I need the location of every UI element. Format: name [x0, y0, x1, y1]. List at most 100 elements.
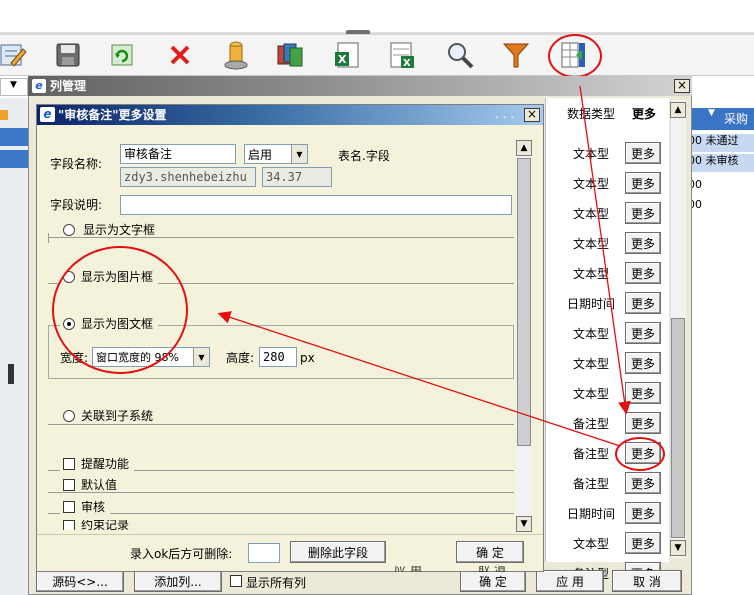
text-box-radio[interactable]: [63, 224, 75, 236]
background-marker: [0, 110, 8, 120]
status-select[interactable]: 启用 ▼: [244, 144, 308, 164]
refresh-icon[interactable]: [104, 38, 140, 72]
splitter-handle[interactable]: [8, 364, 14, 384]
svg-text:X: X: [338, 53, 347, 66]
more-button[interactable]: 更多: [625, 142, 661, 164]
header-more[interactable]: 更多: [624, 100, 664, 126]
data-type-cell: 备注型: [572, 446, 609, 461]
status-select-value: 启用: [248, 147, 273, 162]
sort-arrow-icon: ▼: [708, 108, 715, 118]
more-button[interactable]: 更多: [625, 382, 661, 404]
more-button[interactable]: 更多: [625, 232, 661, 254]
annotation-circle-more: [615, 437, 665, 471]
left-dropdown[interactable]: ▼: [0, 78, 28, 96]
group-separator: [48, 424, 514, 425]
right-list-row[interactable]: 00 未审核: [688, 154, 754, 172]
option-default-value[interactable]: 默认值: [60, 478, 123, 492]
reminder-label: 提醒功能: [79, 457, 132, 471]
audit-checkbox[interactable]: [63, 501, 75, 513]
more-button[interactable]: 更多: [625, 172, 661, 194]
scroll-up-arrow[interactable]: ▲: [670, 102, 686, 118]
dialog-scroll-thumb[interactable]: [517, 158, 531, 446]
data-type-cell: 备注型: [572, 476, 609, 491]
more-button[interactable]: 更多: [625, 502, 661, 524]
dialog-ok-button[interactable]: 确 定: [456, 541, 524, 563]
chevron-down-icon: ▼: [291, 145, 307, 163]
hidden-apply-button[interactable]: 应 用: [380, 566, 460, 572]
import-icon[interactable]: [272, 38, 308, 72]
background-list: [0, 98, 30, 595]
field-description-input[interactable]: [120, 195, 512, 215]
header-data-type[interactable]: 数据类型: [560, 100, 622, 126]
more-button[interactable]: 更多: [625, 262, 661, 284]
column-manager-titlebar[interactable]: [28, 76, 692, 96]
chevron-down-icon: ▼: [193, 348, 209, 366]
height-input[interactable]: 280: [259, 347, 297, 367]
excel-export-icon[interactable]: X: [330, 38, 366, 72]
data-type-cell: 日期时间: [566, 506, 615, 521]
more-button[interactable]: 更多: [625, 412, 661, 434]
svg-text:X: X: [403, 58, 411, 69]
excel-import-icon[interactable]: X: [384, 38, 420, 72]
user-icon[interactable]: [218, 38, 254, 72]
more-button[interactable]: 更多: [625, 202, 661, 224]
audit-label: 审核: [79, 500, 108, 514]
source-code-button[interactable]: 源码<>...: [36, 570, 124, 592]
subsystem-radio[interactable]: [63, 410, 75, 422]
hidden-cancel-button[interactable]: 取 消: [466, 566, 526, 572]
apply-button[interactable]: 应 用: [536, 570, 604, 592]
dialog-close-button[interactable]: ×: [524, 108, 540, 122]
background-row-selected: [0, 128, 30, 146]
data-type-cell: 日期时间: [566, 296, 615, 311]
show-all-columns-label: 显示所有列: [246, 576, 307, 590]
default-value-checkbox[interactable]: [63, 479, 75, 491]
more-button[interactable]: 更多: [625, 322, 661, 344]
group-corner: [48, 233, 49, 243]
more-button[interactable]: 更多: [625, 472, 661, 494]
annotation-circle-options: [52, 246, 188, 374]
scroll-up-arrow[interactable]: ▲: [516, 140, 532, 156]
reminder-checkbox[interactable]: [63, 458, 75, 470]
option-subsystem[interactable]: 关联到子系统: [60, 409, 159, 423]
scroll-down-arrow[interactable]: ▼: [516, 516, 532, 532]
option-text-box[interactable]: 显示为文字框: [60, 223, 161, 237]
column-manager-title: 列管理: [50, 79, 87, 93]
save-icon[interactable]: [50, 38, 86, 72]
show-all-columns-checkbox[interactable]: [230, 575, 242, 590]
search-icon[interactable]: [442, 38, 478, 72]
delete-confirm-input[interactable]: [248, 543, 280, 563]
grid-scroll-thumb[interactable]: [671, 318, 685, 538]
delete-field-button[interactable]: 删除此字段: [290, 541, 386, 563]
add-column-button[interactable]: 添加列...: [134, 570, 222, 592]
table-field-value: zdy3.shenhebeizhu: [120, 167, 256, 187]
cancel-button[interactable]: 取 消: [612, 570, 682, 592]
filter-icon[interactable]: [498, 38, 534, 72]
option-audit[interactable]: 审核: [60, 500, 111, 514]
column-manager-close-button[interactable]: ×: [674, 79, 690, 93]
field-name-label: 字段名称:: [50, 157, 103, 171]
text-box-label: 显示为文字框: [81, 223, 158, 237]
data-type-cell: 文本型: [572, 206, 609, 221]
ok-button[interactable]: 确 定: [460, 570, 526, 592]
right-list-row[interactable]: 00 未通过: [688, 134, 754, 152]
option-reminder[interactable]: 提醒功能: [60, 457, 135, 471]
scroll-down-arrow[interactable]: ▼: [670, 540, 686, 556]
field-name-input[interactable]: 审核备注: [120, 144, 236, 164]
background-row-selected: [0, 150, 30, 168]
annotation-circle-toolbar: [548, 34, 602, 78]
constraint-label: 约束记录: [79, 520, 132, 530]
field-size-value: 34.37: [262, 167, 332, 187]
option-constraint[interactable]: 约束记录: [60, 520, 135, 530]
field-description-label: 字段说明:: [50, 198, 103, 212]
titlebar-dots: . . .: [495, 107, 515, 121]
group-separator: [48, 492, 514, 493]
data-type-cell: 文本型: [572, 266, 609, 281]
more-button[interactable]: 更多: [625, 532, 661, 554]
more-settings-title: "审核备注"更多设置: [58, 108, 167, 122]
edit-icon[interactable]: [0, 38, 30, 72]
more-button[interactable]: 更多: [625, 352, 661, 374]
height-label: 高度:: [226, 351, 255, 365]
delete-icon[interactable]: [162, 38, 198, 72]
constraint-checkbox[interactable]: [63, 520, 75, 530]
more-button[interactable]: 更多: [625, 292, 661, 314]
